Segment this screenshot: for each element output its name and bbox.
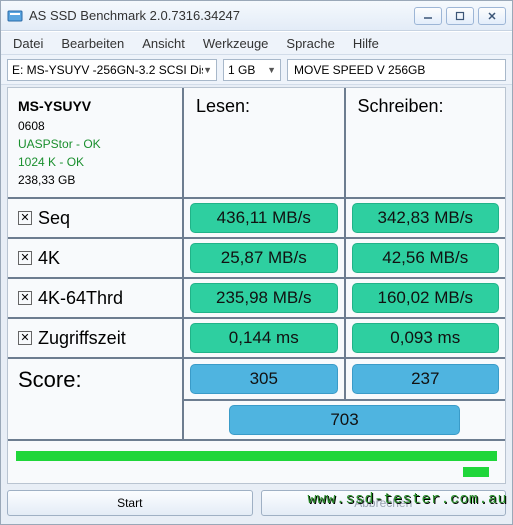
write-header: Schreiben: [346, 88, 506, 197]
4k64-write: 160,02 MB/s [352, 283, 500, 313]
toolbar: E: MS-YSUYV -256GN-3.2 SCSI Disk Dev ▼ 1… [1, 55, 512, 85]
driver-status: UASPStor - OK [18, 135, 172, 153]
4k-checkbox[interactable]: ✕ [18, 251, 32, 265]
start-button[interactable]: Start [7, 490, 253, 516]
access-read: 0,144 ms [190, 323, 338, 353]
size-select-value: 1 GB [228, 63, 255, 77]
close-button[interactable] [478, 7, 506, 25]
access-checkbox[interactable]: ✕ [18, 331, 32, 345]
results-panel: MS-YSUYV 0608 UASPStor - OK 1024 K - OK … [7, 87, 506, 484]
menu-view[interactable]: Ansicht [142, 36, 185, 51]
row-4k64: ✕ 4K-64Thrd 235,98 MB/s 160,02 MB/s [8, 279, 505, 319]
size-select[interactable]: 1 GB ▼ [223, 59, 281, 81]
4k-label: 4K [38, 248, 60, 269]
access-label: Zugriffszeit [38, 328, 126, 349]
seq-write: 342,83 MB/s [352, 203, 500, 233]
access-write: 0,093 ms [352, 323, 500, 353]
watermark: www.ssd-tester.com.au [307, 491, 507, 508]
4k-write: 42,56 MB/s [352, 243, 500, 273]
device-name-value: MOVE SPEED V 256GB [294, 63, 425, 77]
alignment-status: 1024 K - OK [18, 153, 172, 171]
score-total: 703 [229, 405, 460, 435]
4k64-checkbox[interactable]: ✕ [18, 291, 32, 305]
seq-checkbox[interactable]: ✕ [18, 211, 32, 225]
score-write: 237 [352, 364, 500, 394]
maximize-button[interactable] [446, 7, 474, 25]
device-name-field[interactable]: MOVE SPEED V 256GB [287, 59, 506, 81]
menu-tools[interactable]: Werkzeuge [203, 36, 269, 51]
seq-label: Seq [38, 208, 70, 229]
seq-read: 436,11 MB/s [190, 203, 338, 233]
score-label: Score: [8, 359, 184, 439]
window-title: AS SSD Benchmark 2.0.7316.34247 [29, 8, 414, 23]
row-seq: ✕ Seq 436,11 MB/s 342,83 MB/s [8, 199, 505, 239]
4k64-label: 4K-64Thrd [38, 288, 123, 309]
window-controls [414, 7, 506, 25]
device-model: MS-YSUYV [18, 96, 172, 117]
chevron-down-icon: ▼ [267, 65, 276, 75]
read-header: Lesen: [184, 88, 346, 197]
row-access: ✕ Zugriffszeit 0,144 ms 0,093 ms [8, 319, 505, 359]
device-fw: 0608 [18, 117, 172, 135]
minimize-button[interactable] [414, 7, 442, 25]
score-row: Score: 305 237 703 [8, 359, 505, 441]
device-info: MS-YSUYV 0608 UASPStor - OK 1024 K - OK … [8, 88, 184, 197]
titlebar: AS SSD Benchmark 2.0.7316.34247 [1, 1, 512, 31]
progress-bar-2 [16, 467, 497, 477]
device-capacity: 238,33 GB [18, 171, 172, 189]
progress-bar-1 [16, 451, 497, 461]
header-row: MS-YSUYV 0608 UASPStor - OK 1024 K - OK … [8, 88, 505, 199]
4k-read: 25,87 MB/s [190, 243, 338, 273]
chevron-down-icon: ▼ [203, 65, 212, 75]
app-icon [7, 8, 23, 24]
4k64-read: 235,98 MB/s [190, 283, 338, 313]
menu-help[interactable]: Hilfe [353, 36, 379, 51]
row-4k: ✕ 4K 25,87 MB/s 42,56 MB/s [8, 239, 505, 279]
progress-area [8, 441, 505, 483]
menu-language[interactable]: Sprache [286, 36, 334, 51]
app-window: AS SSD Benchmark 2.0.7316.34247 Datei Be… [0, 0, 513, 525]
menubar: Datei Bearbeiten Ansicht Werkzeuge Sprac… [1, 31, 512, 55]
menu-edit[interactable]: Bearbeiten [61, 36, 124, 51]
drive-select[interactable]: E: MS-YSUYV -256GN-3.2 SCSI Disk Dev ▼ [7, 59, 217, 81]
score-read: 305 [190, 364, 338, 394]
menu-file[interactable]: Datei [13, 36, 43, 51]
drive-select-value: E: MS-YSUYV -256GN-3.2 SCSI Disk Dev [12, 63, 203, 77]
